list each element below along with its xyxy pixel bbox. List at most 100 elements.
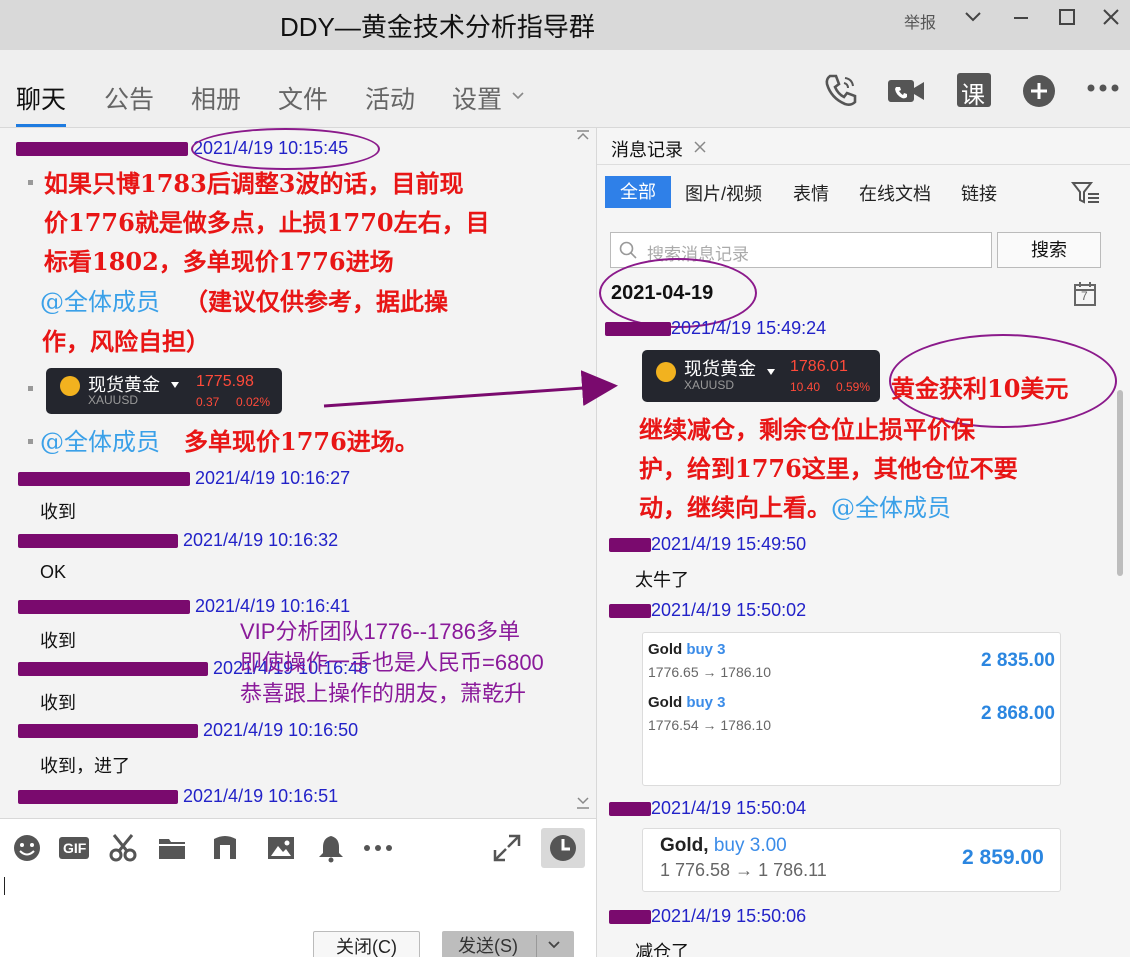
gold-quote-card[interactable]: 现货黄金 XAUUSD 1786.01 10.40 0.59% [642,350,880,402]
send-button[interactable]: 发送(S) [442,931,574,957]
class-icon-label: 课 [961,82,985,109]
gif-icon[interactable]: GIF [58,833,89,863]
message-time: 2021/4/19 10:16:32 [183,530,339,550]
quote-symbol: XAUUSD [88,393,139,407]
trade-prices: 1776.54 → 1786.10 [648,717,771,733]
redacted-sender [18,662,208,677]
message-time: 2021/4/19 15:50:02 [651,600,807,620]
message-input-area[interactable]: GIF 关闭(C) 发送(S) [0,818,596,957]
redacted-sender [18,790,178,805]
trade-screenshot-card[interactable]: Gold, buy 3.00 1 776.58 → 1 786.11 2 859… [642,828,1061,892]
close-history-icon[interactable] [693,138,707,159]
expand-icon[interactable] [492,833,522,863]
filter-all[interactable]: 全部 [605,176,671,208]
message-meta: 2021/4/19 15:49:24 [605,318,826,339]
message-time: 2021/4/19 10:16:27 [195,468,351,488]
overlay-annotation: VIP分析团队1776--1786多单 即使操作一手也是人民币=6800 恭喜跟… [240,616,590,709]
more-icon[interactable] [362,833,392,863]
more-icon[interactable] [1084,70,1124,110]
quote-change-pct: 0.59% [836,380,871,394]
window-title: DDY—黄金技术分析指导群 [280,12,595,42]
message-time: 2021/4/19 15:49:50 [651,534,807,554]
dropdown-arrow-icon [170,376,180,394]
chat-message-list[interactable]: 2021/4/19 10:15:45 如果只博1783后调整3波的话，目前现 价… [0,128,596,818]
search-button[interactable]: 搜索 [997,232,1101,268]
trade-screenshot-card[interactable]: Gold buy 3 1776.65 → 1786.10 2 835.00 Go… [642,632,1061,786]
tab-files[interactable]: 文件 [278,80,328,116]
message-text: 太牛了 [635,570,689,590]
tab-announcements[interactable]: 公告 [104,80,154,116]
calendar-icon[interactable]: 7 [1073,281,1097,307]
divider [536,935,537,957]
voice-call-icon[interactable] [821,70,861,110]
tab-chat[interactable]: 聊天 [16,80,66,116]
scroll-up-icon[interactable] [576,128,590,144]
bell-icon[interactable] [316,833,346,863]
message-line: 继续减仓，剩余仓位止损平价保 [639,415,975,444]
message-line: 价1776就是做多点，止损1770左右，目 [44,208,490,237]
close-button[interactable]: 关闭(C) [313,931,420,957]
message-text: 减仓了 [635,942,689,957]
tab-activities[interactable]: 活动 [365,80,415,116]
redacted-sender [609,538,651,553]
video-call-icon[interactable] [886,70,926,110]
calendar-day: 7 [1081,289,1088,303]
message-meta: 2021/4/19 10:16:50 [18,720,358,741]
mention-all[interactable]: @全体成员 [831,494,951,522]
message-line-rest: 动，继续向上看。 [639,493,831,522]
class-icon[interactable]: 课 [954,70,994,110]
message-meta: 2021/4/19 10:16:32 [18,530,338,551]
emoji-icon[interactable] [12,833,42,863]
minimize-icon[interactable] [1010,6,1032,34]
bullet [28,386,33,391]
message-time: 2021/4/19 10:16:51 [183,786,339,806]
redacted-sender [16,142,188,157]
filter-documents[interactable]: 在线文档 [859,180,931,206]
trade-instrument: Gold [648,694,683,711]
trade-instrument: Gold, [660,835,709,856]
settings-chevron-icon[interactable] [510,88,526,109]
redacted-sender [609,604,651,619]
message-line: @全体成员 多单现价1776进场。 [40,422,419,462]
main-tab-bar: 聊天 公告 相册 文件 活动 设置 课 [0,50,1130,128]
gold-coin-icon [60,376,80,396]
music-icon[interactable] [210,833,240,863]
dropdown-arrow-icon [766,363,776,381]
filter-links[interactable]: 链接 [961,180,997,206]
maximize-icon[interactable] [1056,6,1078,34]
filter-settings-icon[interactable] [1070,180,1101,211]
trade-action: buy 3 [686,641,726,658]
message-meta: 2021/4/19 15:50:04 [609,798,806,819]
search-icon [619,241,637,259]
message-line-rest: 多单现价1776进场。 [184,427,419,456]
scissors-icon[interactable] [108,833,138,863]
image-icon[interactable] [266,833,296,863]
mention-all[interactable]: @全体成员 [40,288,160,316]
message-text: OK [40,562,67,582]
collapse-chevron-icon[interactable] [962,6,984,34]
message-time: 2021/4/19 15:49:24 [671,318,827,338]
quote-change: 10.40 [790,380,821,394]
mention-all[interactable]: @全体成员 [40,428,160,456]
text-cursor [4,877,5,895]
folder-icon[interactable] [157,833,187,863]
history-clock-icon[interactable] [541,828,585,868]
tab-settings[interactable]: 设置 [452,80,502,116]
history-scrollbar[interactable] [1117,390,1123,576]
history-tab[interactable]: 消息记录 [611,136,683,162]
message-text: 收到 [40,693,76,713]
trade-prices: 1 776.58 → 1 786.11 [660,860,827,880]
report-button[interactable]: 举报 [904,9,936,37]
filter-media[interactable]: 图片/视频 [685,180,762,206]
scroll-down-icon[interactable] [576,796,590,813]
filter-stickers[interactable]: 表情 [793,180,829,206]
redacted-sender [605,322,671,337]
tab-album[interactable]: 相册 [191,80,241,116]
redacted-sender [609,910,651,925]
title-bar: DDY—黄金技术分析指导群 举报 [0,0,1130,50]
send-options-chevron-icon[interactable] [546,931,562,957]
add-icon[interactable] [1019,70,1059,110]
trade-row: Gold buy 3 [648,694,726,711]
close-window-icon[interactable] [1100,6,1122,34]
gold-quote-card[interactable]: 现货黄金 XAUUSD 1775.98 0.37 0.02% [46,368,282,414]
